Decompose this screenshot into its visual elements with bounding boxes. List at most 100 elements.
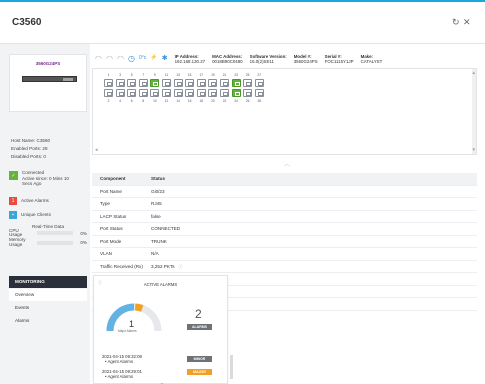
port-23[interactable] bbox=[231, 79, 241, 87]
collapse-icon[interactable]: ︿ bbox=[284, 159, 290, 168]
row-status: TRUNK bbox=[151, 236, 477, 248]
port-27[interactable] bbox=[254, 79, 264, 87]
active-alarms-panel: ⓘ ACTIVE ALARMS 1 Major Alarms 2 ALARMS … bbox=[93, 275, 233, 384]
minor-badge[interactable]: MINOR bbox=[187, 356, 212, 362]
port-number: 21 bbox=[222, 73, 227, 77]
memory-label: Memory Usage bbox=[9, 237, 33, 247]
scroll-up-icon[interactable]: ▴ bbox=[472, 70, 475, 76]
port-number: 2 bbox=[107, 99, 110, 103]
info-icon[interactable]: ⓘ bbox=[179, 264, 183, 269]
scroll-down-icon[interactable]: ▾ bbox=[472, 147, 475, 153]
alarm-scrollbar[interactable] bbox=[230, 355, 233, 379]
port-number: 19 bbox=[211, 73, 215, 77]
port-26[interactable] bbox=[243, 89, 253, 97]
row-component: Traffic Received (Rx) bbox=[100, 263, 143, 269]
cpu-value: 0% bbox=[80, 230, 87, 236]
row-status: CONNECTED bbox=[151, 223, 477, 235]
active-alarms-status[interactable]: 1 Active Alarms bbox=[9, 195, 87, 206]
table-row: Port Name Gi0/23 bbox=[92, 186, 477, 198]
nav-item-alarms[interactable]: Alarms bbox=[9, 315, 87, 327]
port-8[interactable] bbox=[138, 89, 148, 97]
scroll-left-icon[interactable]: ◂ bbox=[95, 147, 98, 153]
port-number: 17 bbox=[199, 73, 204, 77]
nav-item-events[interactable]: Events bbox=[9, 302, 87, 314]
left-panel: 3560G24PS Host Name: C3560 Enabled Ports… bbox=[9, 54, 87, 327]
port-panel: 1 3 5 7 9 11 13 15 17 19 21 23 25 27 2 4 6 8 10 12 14 16 18 20 2… bbox=[92, 68, 477, 155]
mac-value: 0018B90C0480 bbox=[212, 59, 243, 64]
port-number: 12 bbox=[164, 99, 169, 103]
alarm-count-badge: 1 bbox=[9, 196, 17, 205]
port-16[interactable] bbox=[185, 89, 195, 97]
port-22[interactable] bbox=[220, 89, 229, 97]
port-4[interactable] bbox=[115, 89, 125, 97]
device-info: Host Name: C3560 Enabled Ports: 28 Disab… bbox=[9, 137, 87, 161]
port-1[interactable] bbox=[104, 79, 113, 87]
table-row: VLAN N/A bbox=[92, 248, 477, 261]
major-badge[interactable]: MAJOR bbox=[187, 369, 212, 375]
total-alarms: 2 bbox=[195, 307, 202, 321]
port-25[interactable] bbox=[243, 79, 253, 87]
row-status-value: N/A bbox=[151, 251, 159, 256]
table-row: LACP Status false bbox=[92, 211, 477, 223]
port-number: 10 bbox=[153, 99, 157, 103]
port-19[interactable] bbox=[208, 79, 218, 87]
enabled-ports: Enabled Ports: 28 bbox=[11, 146, 48, 151]
row-status: 3,252 PKTs ⓘ bbox=[151, 261, 477, 273]
port-12[interactable] bbox=[162, 89, 171, 97]
unique-clients-label: Unique Clients bbox=[21, 212, 51, 217]
cpu-usage: CPU Usage 0% bbox=[9, 228, 87, 237]
row-status-value: false bbox=[151, 213, 161, 219]
port-number: 28 bbox=[257, 99, 262, 103]
port-2[interactable] bbox=[104, 89, 113, 97]
port-number: 26 bbox=[245, 99, 250, 103]
port-scrollbar[interactable] bbox=[472, 69, 476, 154]
port-6[interactable] bbox=[127, 89, 137, 97]
table-row: Port Mode TRUNK bbox=[92, 236, 477, 248]
port-13[interactable] bbox=[173, 79, 183, 87]
port-10[interactable] bbox=[150, 89, 160, 97]
memory-value: 0% bbox=[80, 240, 87, 245]
port-7[interactable] bbox=[138, 79, 148, 87]
port-5[interactable] bbox=[127, 79, 137, 87]
port-17[interactable] bbox=[196, 79, 206, 87]
table-row: Port Status CONNECTED bbox=[92, 223, 477, 236]
port-20[interactable] bbox=[208, 89, 218, 97]
row-status: N/A bbox=[151, 248, 477, 260]
port-14[interactable] bbox=[173, 89, 183, 97]
alarm-list: 2021-04-15 09:32:08 • Agent Alarms 2021-… bbox=[102, 354, 142, 379]
port-21[interactable] bbox=[220, 79, 229, 87]
refresh-icon[interactable]: ↻ bbox=[452, 17, 460, 28]
port-3[interactable] bbox=[115, 79, 125, 87]
unique-clients-status[interactable]: ▪ Unique Clients bbox=[9, 209, 87, 220]
port-number: 20 bbox=[211, 99, 215, 103]
clients-icon: ▪ bbox=[9, 210, 17, 219]
nav-item-overview[interactable]: Overview bbox=[9, 289, 87, 301]
port-number: 6 bbox=[130, 99, 133, 103]
temperature: 0°c bbox=[138, 55, 147, 61]
port-28[interactable] bbox=[254, 89, 264, 97]
table-header: Component Status bbox=[92, 173, 477, 186]
port-number: 3 bbox=[119, 73, 121, 77]
table-row: Traffic Received (Rx) 3,252 PKTs ⓘ bbox=[92, 261, 477, 273]
port-number: 9 bbox=[154, 73, 156, 77]
port-number: 25 bbox=[245, 73, 250, 77]
row-status-value: RJ45 bbox=[151, 201, 162, 206]
port-9[interactable] bbox=[150, 79, 160, 87]
port-18[interactable] bbox=[196, 89, 206, 97]
status-list: ✓ Connected Active since: 0 Mins 10 Secs… bbox=[9, 170, 87, 220]
app-window: C3560 ↻ ✕ 3560G24PS Host Name: C3560 Ena… bbox=[0, 0, 485, 384]
port-number: 14 bbox=[176, 99, 180, 103]
model-number: Model #: 3560G24PS bbox=[294, 54, 318, 64]
port-24[interactable] bbox=[231, 89, 241, 97]
signal-icon: ◠ bbox=[116, 54, 124, 63]
port-15[interactable] bbox=[185, 79, 195, 87]
port-number: 8 bbox=[142, 99, 145, 103]
port-number: 23 bbox=[234, 73, 238, 77]
device-card: 3560G24PS bbox=[9, 54, 87, 112]
port-11[interactable] bbox=[162, 79, 171, 87]
close-icon[interactable]: ✕ bbox=[463, 17, 471, 28]
make: Make: CATALYST bbox=[361, 54, 383, 64]
clock-icon: ◷ bbox=[127, 54, 135, 63]
memory-track bbox=[37, 240, 73, 245]
chevron-up-icon[interactable]: ︿ bbox=[160, 380, 164, 384]
